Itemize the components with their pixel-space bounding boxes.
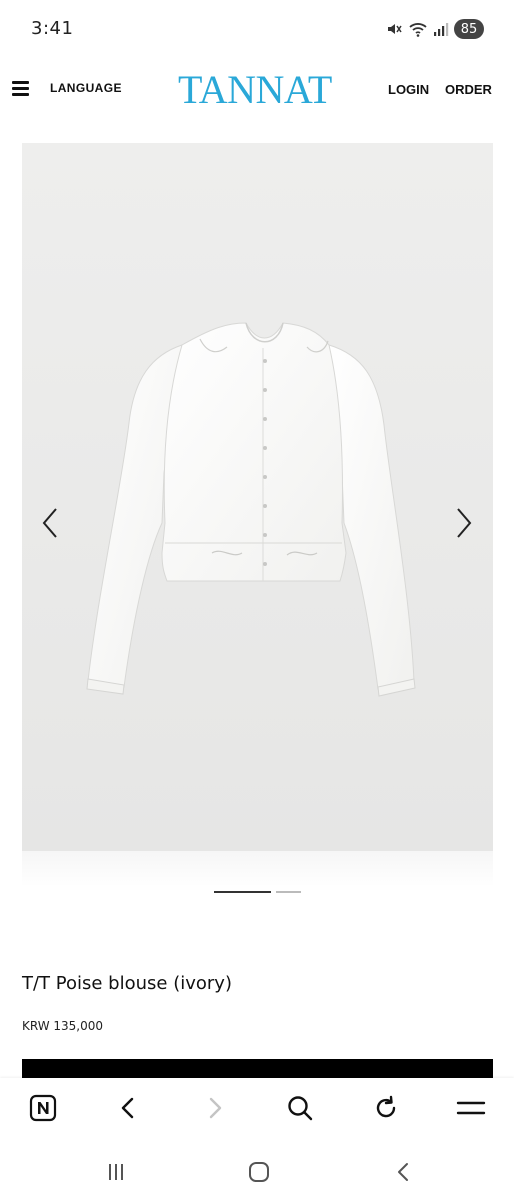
- tannat-logo[interactable]: TANNAT: [178, 68, 332, 112]
- signal-icon: [434, 23, 449, 36]
- back-icon[interactable]: [391, 1159, 417, 1185]
- site-header: LANGUAGE TANNAT LOGIN ORDER: [0, 60, 514, 120]
- menu-icon[interactable]: [455, 1092, 487, 1124]
- mute-icon: [388, 24, 402, 34]
- chevron-left-icon[interactable]: [38, 503, 62, 543]
- status-bar: 3:41 85: [0, 0, 514, 58]
- chevron-right-icon[interactable]: [452, 503, 476, 543]
- recent-apps-icon[interactable]: [103, 1159, 129, 1185]
- status-icons: 85: [385, 18, 484, 40]
- naver-home-icon[interactable]: [27, 1092, 59, 1124]
- refresh-icon[interactable]: [370, 1092, 402, 1124]
- product-image-gallery[interactable]: [22, 143, 493, 851]
- thumbnail-strip: [22, 851, 493, 887]
- slide-indicator-inactive[interactable]: [276, 891, 301, 893]
- home-icon[interactable]: [246, 1159, 272, 1185]
- hamburger-menu-icon[interactable]: [12, 81, 29, 97]
- battery-icon: 85: [454, 19, 484, 39]
- language-link[interactable]: LANGUAGE: [50, 81, 122, 95]
- product-name: T/T Poise blouse (ivory): [22, 973, 232, 994]
- battery-level: 85: [460, 21, 478, 37]
- search-icon[interactable]: [284, 1092, 316, 1124]
- buy-button[interactable]: [22, 1059, 493, 1079]
- product-price: KRW 135,000: [22, 1019, 104, 1033]
- slide-indicator-active[interactable]: [214, 891, 271, 893]
- order-link[interactable]: ORDER: [445, 82, 492, 97]
- product-image-blouse: [22, 143, 493, 851]
- system-navigation-bar: [0, 1140, 514, 1200]
- wifi-icon: [409, 23, 427, 37]
- forward-arrow-icon[interactable]: [199, 1092, 231, 1124]
- back-arrow-icon[interactable]: [112, 1092, 144, 1124]
- status-time: 3:41: [31, 18, 74, 39]
- browser-toolbar: [0, 1078, 514, 1140]
- login-link[interactable]: LOGIN: [388, 82, 429, 97]
